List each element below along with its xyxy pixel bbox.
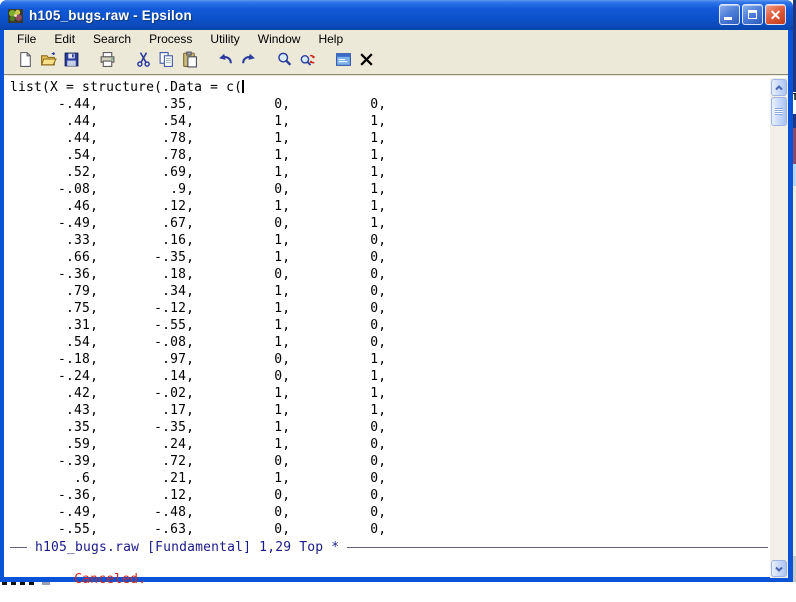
print-icon xyxy=(99,51,116,73)
buffer-list-button[interactable] xyxy=(332,51,355,73)
mode-line-dash xyxy=(10,547,27,548)
menu-process[interactable]: Process xyxy=(140,30,201,49)
window-title: h105_bugs.raw - Epsilon xyxy=(29,7,192,23)
cut-button[interactable] xyxy=(132,51,155,73)
menu-window[interactable]: Window xyxy=(249,30,310,49)
toolbar-group xyxy=(214,51,260,73)
toolbar-group xyxy=(273,51,319,73)
echo-area: Canceled. xyxy=(10,557,146,587)
epsilon-app-icon xyxy=(7,7,24,24)
text-cursor xyxy=(242,80,245,93)
paste-button[interactable] xyxy=(178,51,201,73)
desktop: T h105_bugs.raw - Epsilon ✕ File Edit Se… xyxy=(0,0,796,587)
scrollbar-thumb[interactable] xyxy=(771,97,787,126)
maximize-button[interactable] xyxy=(742,4,763,25)
redo-icon xyxy=(240,51,257,73)
scroll-up-button[interactable] xyxy=(771,79,787,96)
save-icon xyxy=(63,51,80,73)
copy-button[interactable] xyxy=(155,51,178,73)
toolbar-group xyxy=(132,51,201,73)
find-button[interactable] xyxy=(273,51,296,73)
new-file-icon xyxy=(17,51,34,73)
text-buffer[interactable]: list(X = structure(.Data = c( -.44, .35,… xyxy=(4,77,770,538)
editor-client-area: list(X = structure(.Data = c( -.44, .35,… xyxy=(4,76,788,587)
menu-search[interactable]: Search xyxy=(84,30,140,49)
redo-button[interactable] xyxy=(237,51,260,73)
vertical-scrollbar[interactable] xyxy=(770,78,788,578)
chevron-down-icon xyxy=(775,566,783,572)
toolbar-group xyxy=(96,51,119,73)
copy-icon xyxy=(158,51,175,73)
window-controls: ✕ xyxy=(719,4,786,25)
close-button[interactable]: ✕ xyxy=(765,4,786,25)
save-button[interactable] xyxy=(60,51,83,73)
thumb-grip xyxy=(775,108,783,115)
close-icon: ✕ xyxy=(769,6,782,23)
buffer-list-icon xyxy=(335,51,352,73)
minimize-button[interactable] xyxy=(719,4,740,25)
scroll-down-button[interactable] xyxy=(771,560,787,577)
close-buffer-icon xyxy=(358,51,375,73)
minimize-icon xyxy=(724,17,732,20)
mode-line-text: h105_bugs.raw [Fundamental] 1,29 Top * xyxy=(35,540,340,555)
menu-bar: File Edit Search Process Utility Window Help xyxy=(4,30,788,49)
chevron-up-icon xyxy=(775,84,783,90)
undo-button[interactable] xyxy=(214,51,237,73)
menu-help[interactable]: Help xyxy=(309,30,352,49)
print-button[interactable] xyxy=(96,51,119,73)
cut-icon xyxy=(135,51,152,73)
epsilon-window: h105_bugs.raw - Epsilon ✕ File Edit Search… xyxy=(0,0,793,587)
undo-icon xyxy=(217,51,234,73)
find-icon xyxy=(276,51,293,73)
menu-file[interactable]: File xyxy=(8,30,45,49)
open-file-button[interactable] xyxy=(37,51,60,73)
mode-line: h105_bugs.raw [Fundamental] 1,29 Top * xyxy=(10,539,768,556)
paste-icon xyxy=(181,51,198,73)
menu-utility[interactable]: Utility xyxy=(201,30,248,49)
find-replace-button[interactable] xyxy=(296,51,319,73)
open-file-icon xyxy=(40,51,57,73)
menu-edit[interactable]: Edit xyxy=(45,30,84,49)
close-buffer-button[interactable] xyxy=(355,51,378,73)
title-bar[interactable]: h105_bugs.raw - Epsilon ✕ xyxy=(0,0,793,30)
toolbar-group xyxy=(332,51,378,73)
toolbar xyxy=(4,49,788,75)
find-replace-icon xyxy=(299,51,316,73)
maximize-icon xyxy=(748,10,757,19)
toolbar-group xyxy=(14,51,83,73)
new-file-button[interactable] xyxy=(14,51,37,73)
mode-line-rule xyxy=(347,547,768,548)
